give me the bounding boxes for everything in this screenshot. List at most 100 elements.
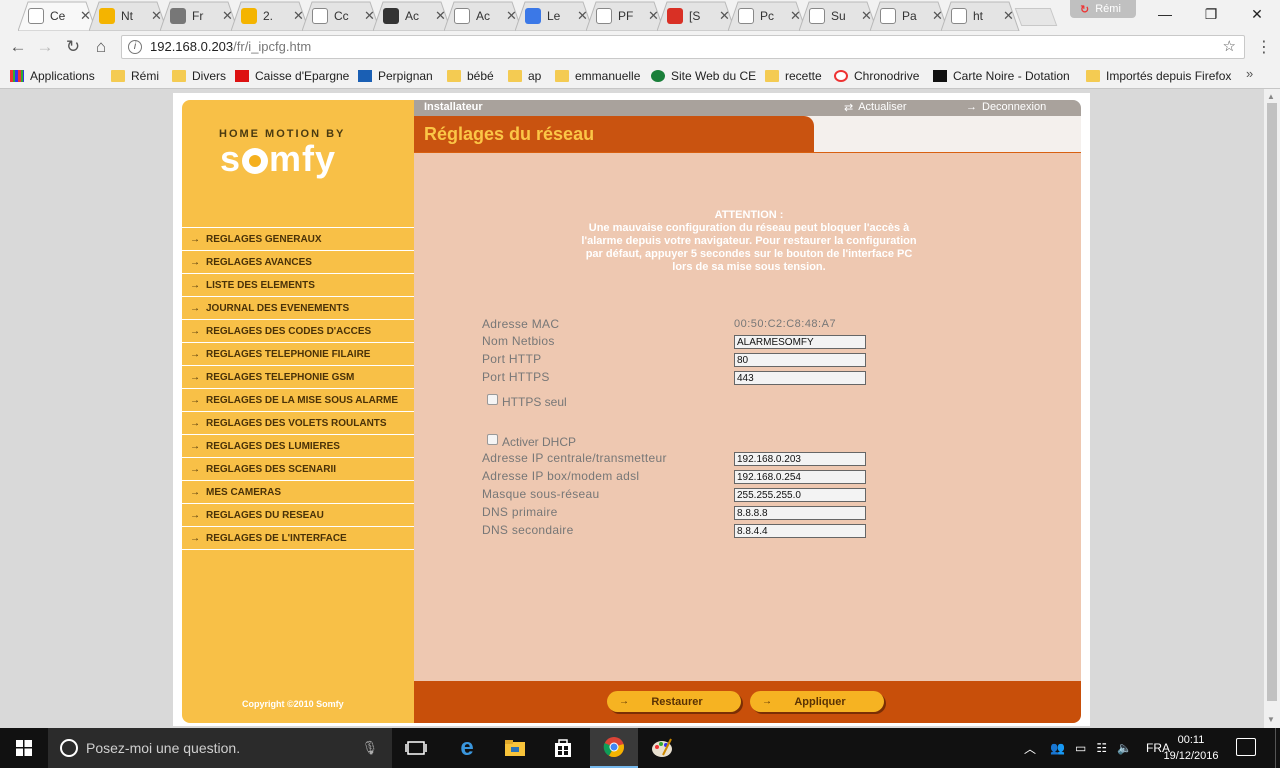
sidebar-menu-item[interactable]: → REGLAGES DES VOLETS ROULANTS xyxy=(182,412,414,435)
bookmark-item[interactable]: Rémi xyxy=(111,67,159,85)
address-bar[interactable]: i 192.168.0.203/fr/i_ipcfg.htm ☆ xyxy=(121,35,1245,59)
refresh-link[interactable]: ⇄ Actualiser xyxy=(844,101,907,114)
browser-tab[interactable]: PF ✕ xyxy=(586,1,665,31)
close-tab-icon[interactable]: ✕ xyxy=(577,8,588,24)
https-only-checkbox[interactable]: HTTPS seul xyxy=(487,393,567,409)
apply-button[interactable]: → Appliquer xyxy=(750,691,884,712)
restore-window-button[interactable]: ❐ xyxy=(1188,0,1234,28)
task-view-button[interactable] xyxy=(392,728,440,768)
notification-center-icon[interactable] xyxy=(1236,738,1256,756)
close-tab-icon[interactable]: ✕ xyxy=(648,8,659,24)
browser-tab[interactable]: Pc ✕ xyxy=(728,1,807,31)
bookmarks-overflow-button[interactable]: » xyxy=(1246,66,1253,81)
scroll-up-icon[interactable]: ▲ xyxy=(1267,92,1275,101)
browser-tab[interactable]: [S ✕ xyxy=(657,1,736,31)
minimize-button[interactable]: — xyxy=(1142,0,1188,28)
checkbox-icon[interactable] xyxy=(487,393,498,405)
bookmark-item[interactable]: Divers xyxy=(172,67,226,85)
bookmark-item[interactable]: Chronodrive xyxy=(834,67,919,85)
sidebar-menu-item[interactable]: → REGLAGES DES SCENARII xyxy=(182,458,414,481)
sidebar-menu-item[interactable]: → REGLAGES TELEPHONIE GSM xyxy=(182,366,414,389)
info-icon[interactable]: i xyxy=(128,40,142,54)
close-tab-icon[interactable]: ✕ xyxy=(222,8,233,24)
sidebar-menu-item[interactable]: → REGLAGES DES CODES D'ACCES xyxy=(182,320,414,343)
reload-icon[interactable]: ↻ xyxy=(61,35,85,59)
ip-field[interactable] xyxy=(734,452,866,466)
close-tab-icon[interactable]: ✕ xyxy=(435,8,446,24)
browser-tab[interactable]: Le ✕ xyxy=(515,1,594,31)
bookmark-item[interactable]: bébé xyxy=(447,67,494,85)
browser-tab[interactable]: 2. ✕ xyxy=(231,1,310,31)
sidebar-menu-item[interactable]: → REGLAGES DE LA MISE SOUS ALARME xyxy=(182,389,414,412)
chevron-up-icon[interactable]: ︿ xyxy=(1024,740,1036,757)
paint-button[interactable] xyxy=(638,728,686,768)
close-tab-icon[interactable]: ✕ xyxy=(506,8,517,24)
browser-tab[interactable]: Ac ✕ xyxy=(373,1,452,31)
close-tab-icon[interactable]: ✕ xyxy=(80,8,91,24)
bookmark-item[interactable]: Perpignan xyxy=(358,67,433,85)
sidebar-menu-item[interactable]: → REGLAGES TELEPHONIE FILAIRE xyxy=(182,343,414,366)
dhcp-checkbox[interactable]: Activer DHCP xyxy=(487,433,576,449)
back-icon[interactable]: ← xyxy=(6,35,30,59)
subnet-mask-field[interactable] xyxy=(734,488,866,502)
close-tab-icon[interactable]: ✕ xyxy=(790,8,801,24)
browser-tab[interactable]: Su ✕ xyxy=(799,1,878,31)
volume-icon[interactable]: 🔈 xyxy=(1117,741,1132,755)
sidebar-menu-item[interactable]: → REGLAGES DU RESEAU xyxy=(182,504,414,527)
sidebar-menu-item[interactable]: → REGLAGES DES LUMIERES xyxy=(182,435,414,458)
bookmark-item[interactable]: recette xyxy=(765,67,822,85)
bookmark-item[interactable]: Applications xyxy=(10,67,95,85)
battery-icon[interactable]: ▭ xyxy=(1075,741,1086,755)
checkbox-icon[interactable] xyxy=(487,433,498,445)
close-tab-icon[interactable]: ✕ xyxy=(151,8,162,24)
bookmark-item[interactable]: Carte Noire - Dotation xyxy=(933,67,1070,85)
close-tab-icon[interactable]: ✕ xyxy=(861,8,872,24)
sidebar-menu-item[interactable]: → REGLAGES GENERAUX xyxy=(182,228,414,251)
dns-secondary-field[interactable] xyxy=(734,524,866,538)
microphone-icon[interactable]: 🎙 xyxy=(361,740,378,756)
browser-tab[interactable]: Nt ✕ xyxy=(89,1,168,31)
browser-tab[interactable]: Ac ✕ xyxy=(444,1,523,31)
sidebar-menu-item[interactable]: → REGLAGES DE L'INTERFACE xyxy=(182,527,414,550)
network-icon[interactable]: ☷ xyxy=(1096,741,1107,755)
show-desktop-button[interactable] xyxy=(1275,728,1280,768)
browser-tab[interactable]: ht ✕ xyxy=(941,1,1020,31)
browser-tab[interactable]: Pa ✕ xyxy=(870,1,949,31)
scroll-down-icon[interactable]: ▼ xyxy=(1267,715,1275,724)
logout-link[interactable]: → Deconnexion xyxy=(966,101,1046,113)
file-explorer-button[interactable] xyxy=(491,728,539,768)
netbios-field[interactable] xyxy=(734,335,866,349)
close-window-button[interactable]: ✕ xyxy=(1234,0,1280,28)
forward-icon[interactable]: → xyxy=(33,35,57,59)
close-tab-icon[interactable]: ✕ xyxy=(1003,8,1014,24)
restore-button[interactable]: → Restaurer xyxy=(607,691,741,712)
https-port-field[interactable] xyxy=(734,371,866,385)
vertical-scrollbar[interactable]: ▲ ▼ xyxy=(1264,89,1280,728)
close-tab-icon[interactable]: ✕ xyxy=(719,8,730,24)
bookmark-item[interactable]: emmanuelle xyxy=(555,67,640,85)
close-tab-icon[interactable]: ✕ xyxy=(293,8,304,24)
sidebar-menu-item[interactable]: → REGLAGES AVANCES xyxy=(182,251,414,274)
close-tab-icon[interactable]: ✕ xyxy=(932,8,943,24)
store-button[interactable] xyxy=(539,728,587,768)
edge-button[interactable]: e xyxy=(443,728,491,768)
bookmark-item[interactable]: Site Web du CE xyxy=(651,67,756,85)
home-icon[interactable]: ⌂ xyxy=(89,35,113,59)
browser-tab[interactable]: Cc ✕ xyxy=(302,1,381,31)
bookmark-item[interactable]: ap xyxy=(508,67,541,85)
sidebar-menu-item[interactable]: → LISTE DES ELEMENTS xyxy=(182,274,414,297)
browser-tab[interactable]: Fr ✕ xyxy=(160,1,239,31)
dns-primary-field[interactable] xyxy=(734,506,866,520)
close-tab-icon[interactable]: ✕ xyxy=(364,8,375,24)
chrome-button[interactable] xyxy=(590,728,638,768)
new-tab-button[interactable] xyxy=(1014,8,1058,26)
people-icon[interactable]: 👥 xyxy=(1050,741,1065,755)
sidebar-menu-item[interactable]: → JOURNAL DES EVENEMENTS xyxy=(182,297,414,320)
cortana-search[interactable]: Posez-moi une question. 🎙 xyxy=(48,728,392,768)
start-button[interactable] xyxy=(0,728,48,768)
scrollbar-thumb[interactable] xyxy=(1267,103,1277,701)
profile-button[interactable]: ↻ Rémi xyxy=(1070,0,1136,18)
bookmark-item[interactable]: Caisse d'Epargne xyxy=(235,67,349,85)
clock[interactable]: 00:11 19/12/2016 xyxy=(1160,732,1222,764)
sidebar-menu-item[interactable]: → MES CAMERAS xyxy=(182,481,414,504)
